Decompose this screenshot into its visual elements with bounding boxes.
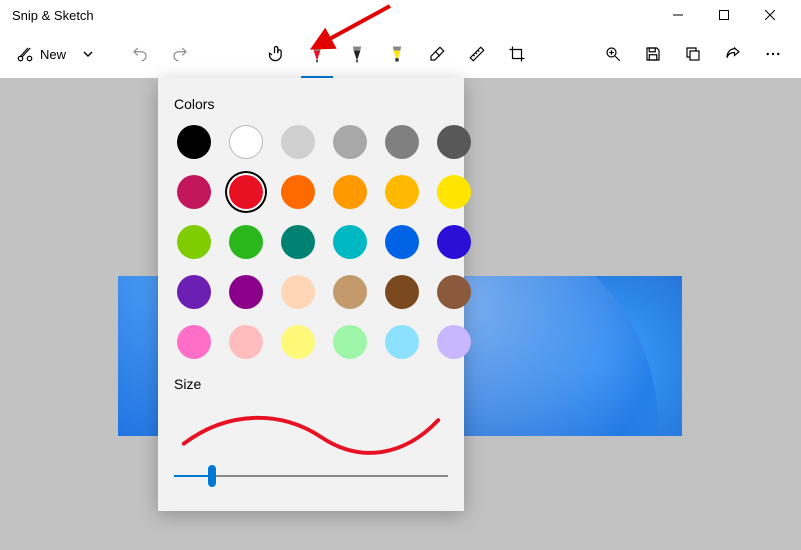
color-swatches [174,122,448,362]
color-swatch[interactable] [333,275,367,309]
color-swatch[interactable] [333,225,367,259]
copy-icon [684,45,702,63]
color-swatch[interactable] [177,175,211,209]
color-swatch[interactable] [437,125,471,159]
zoom-icon [604,45,622,63]
color-swatch[interactable] [333,175,367,209]
colors-label: Colors [174,96,448,112]
ruler-button[interactable] [457,34,497,74]
size-preview-stroke [174,402,448,457]
eraser-icon [428,45,446,63]
crop-icon [508,45,526,63]
new-label: New [40,47,66,62]
color-swatch[interactable] [281,325,315,359]
chevron-down-icon [83,49,93,59]
zoom-button[interactable] [593,34,633,74]
color-swatch[interactable] [177,225,211,259]
pen-icon [307,44,327,64]
ruler-icon [468,45,486,63]
pen-options-popup: Colors Size [158,78,464,511]
save-icon [644,45,662,63]
color-swatch[interactable] [281,275,315,309]
color-swatch[interactable] [385,125,419,159]
pencil-button[interactable] [337,34,377,74]
highlighter-icon [387,44,407,64]
color-swatch[interactable] [385,225,419,259]
maximize-button[interactable] [701,0,747,30]
color-swatch[interactable] [229,175,263,209]
highlighter-button[interactable] [377,34,417,74]
titlebar: Snip & Sketch [0,0,801,30]
new-dropdown-button[interactable] [74,34,102,74]
more-button[interactable] [753,34,793,74]
snip-icon [16,45,34,63]
new-button[interactable]: New [8,36,74,72]
color-swatch[interactable] [281,125,315,159]
color-swatch[interactable] [437,175,471,209]
color-swatch[interactable] [281,175,315,209]
touch-icon [267,44,287,64]
window-title: Snip & Sketch [8,8,94,23]
close-button[interactable] [747,0,793,30]
color-swatch[interactable] [177,325,211,359]
color-swatch[interactable] [385,275,419,309]
share-button[interactable] [713,34,753,74]
color-swatch[interactable] [333,325,367,359]
redo-button[interactable] [160,34,200,74]
tool-right [593,34,793,74]
toolbar: New [0,30,801,78]
size-slider[interactable] [174,463,448,489]
undo-button[interactable] [120,34,160,74]
color-swatch[interactable] [229,125,263,159]
color-swatch[interactable] [437,225,471,259]
tool-center [257,34,537,74]
minimize-button[interactable] [655,0,701,30]
save-button[interactable] [633,34,673,74]
more-icon [764,45,782,63]
color-swatch[interactable] [385,325,419,359]
color-swatch[interactable] [333,125,367,159]
undo-icon [131,45,149,63]
color-swatch[interactable] [437,325,471,359]
color-swatch[interactable] [229,275,263,309]
copy-button[interactable] [673,34,713,74]
new-group: New [8,34,102,74]
color-swatch[interactable] [385,175,419,209]
pencil-icon [347,44,367,64]
ballpoint-pen-button[interactable] [297,34,337,74]
crop-button[interactable] [497,34,537,74]
color-swatch[interactable] [281,225,315,259]
redo-icon [171,45,189,63]
color-swatch[interactable] [177,125,211,159]
size-label: Size [174,376,448,392]
color-swatch[interactable] [437,275,471,309]
color-swatch[interactable] [229,325,263,359]
eraser-button[interactable] [417,34,457,74]
share-icon [724,45,742,63]
color-swatch[interactable] [177,275,211,309]
touch-writing-button[interactable] [257,34,297,74]
color-swatch[interactable] [229,225,263,259]
